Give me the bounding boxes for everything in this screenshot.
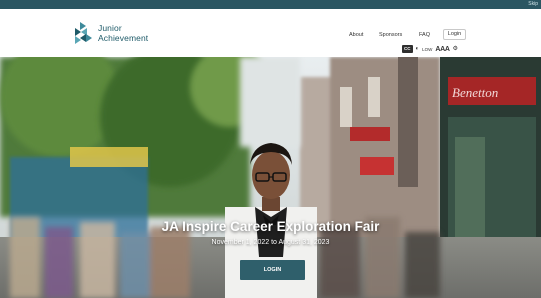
ja-logo-icon bbox=[75, 22, 92, 44]
header-login-button[interactable]: Login bbox=[443, 29, 466, 40]
hero-title: JA Inspire Career Exploration Fair bbox=[161, 219, 380, 234]
site-header: Junior Achievement About Sponsors FAQ Lo… bbox=[0, 9, 541, 57]
closed-captions-toggle[interactable]: CC bbox=[402, 45, 413, 53]
brand-line-2: Achievement bbox=[98, 32, 149, 43]
hero-banner: Benetton JA Inspire Career Exploration F… bbox=[0, 57, 541, 298]
skip-link[interactable]: Skip bbox=[528, 0, 538, 9]
top-bar: Skip bbox=[0, 0, 541, 9]
contrast-icon[interactable]: ◐ bbox=[416, 45, 420, 53]
nav-about[interactable]: About bbox=[349, 32, 363, 38]
low-bandwidth-toggle[interactable]: LOW bbox=[422, 47, 432, 52]
hero-dates: November 1, 2022 to August 31, 2023 bbox=[211, 239, 330, 246]
storefront-sign: Benetton bbox=[452, 85, 498, 100]
nav-faq[interactable]: FAQ bbox=[419, 32, 430, 38]
ja-logo[interactable]: Junior Achievement bbox=[72, 21, 167, 47]
accessibility-toolbar: CC ◐ LOW AAA ⚙ bbox=[402, 44, 458, 54]
brand-name: Junior Achievement bbox=[98, 23, 149, 43]
nav-sponsors[interactable]: Sponsors bbox=[379, 32, 402, 38]
hero-login-button[interactable]: LOGIN bbox=[240, 260, 305, 280]
settings-icon[interactable]: ⚙ bbox=[453, 45, 458, 53]
text-size-toggle[interactable]: AAA bbox=[435, 46, 450, 53]
